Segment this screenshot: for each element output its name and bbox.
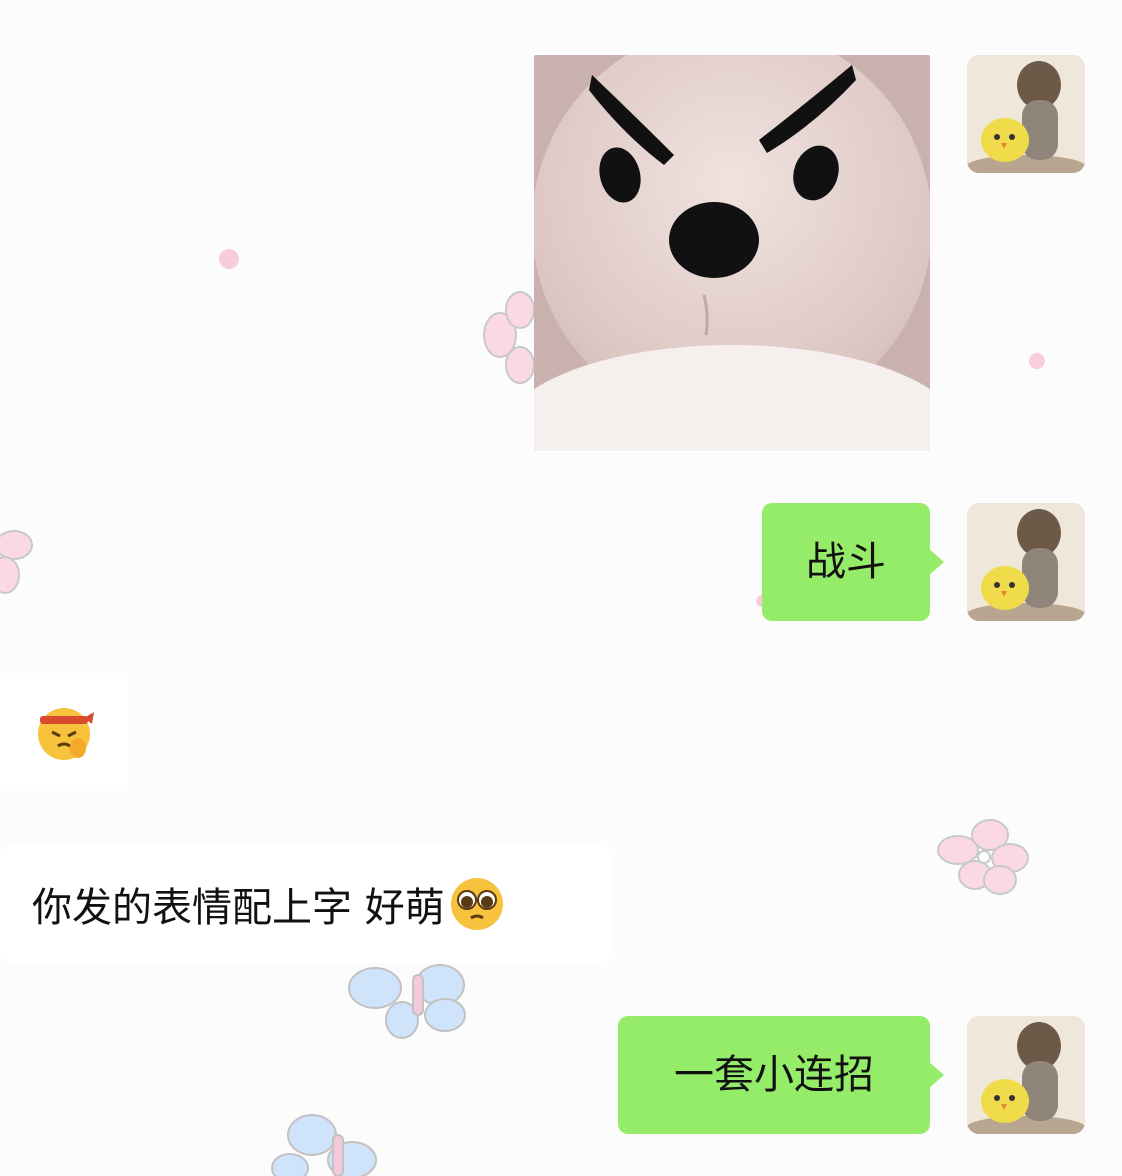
my-avatar[interactable] [967,1016,1085,1134]
my-avatar[interactable] [967,503,1085,621]
saluting-headband-face-icon [38,708,94,760]
pleading-face-icon [450,878,503,930]
my-avatar[interactable] [967,55,1085,173]
cat-with-chick-avatar-icon [967,503,1085,621]
message-text: 一套小连招 [674,1052,874,1098]
message-text: 战斗 [806,539,886,585]
cat-with-chick-avatar-icon [967,55,1085,173]
cat-with-chick-avatar-icon [967,1016,1085,1134]
sent-message-bubble[interactable]: 战斗 [762,503,944,621]
sticker-message[interactable] [534,55,930,451]
received-message-bubble[interactable]: 你发的表情配上字 好萌 [0,845,610,963]
angry-plush-bear-sticker-icon [534,55,930,451]
message-text: 你发的表情配上字 好萌 [32,885,445,931]
sent-message-bubble[interactable]: 一套小连招 [618,1016,944,1134]
received-emoji-bubble[interactable] [0,673,128,791]
